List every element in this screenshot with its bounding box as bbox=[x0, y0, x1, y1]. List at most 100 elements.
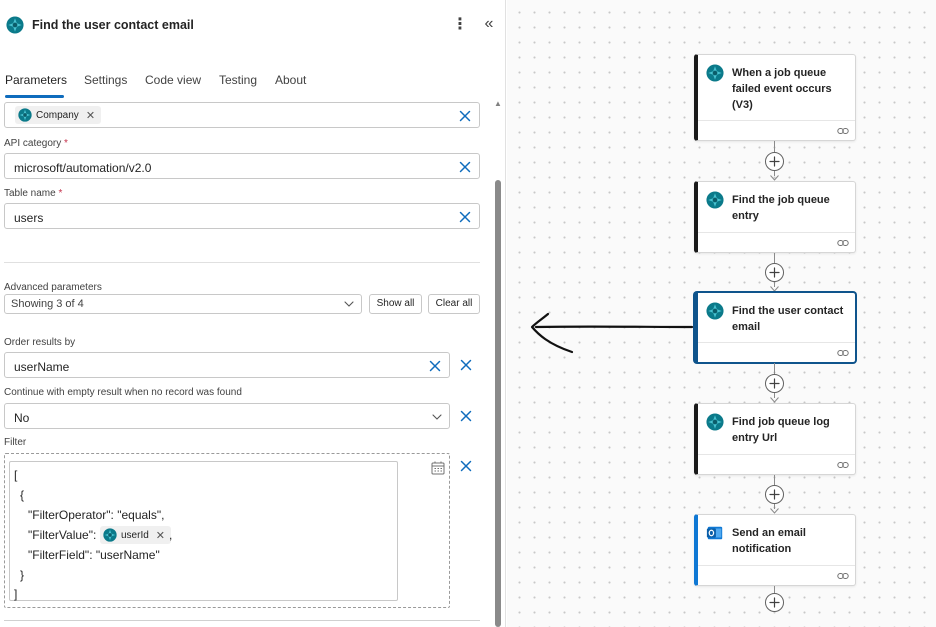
collapse-panel-icon[interactable]: « bbox=[480, 14, 498, 36]
card-divider bbox=[698, 342, 855, 343]
panel-title[interactable]: Find the user contact email bbox=[32, 18, 194, 32]
continue-empty-value: No bbox=[14, 411, 30, 425]
card-divider bbox=[698, 454, 855, 455]
add-step-button[interactable] bbox=[765, 152, 784, 171]
scroll-up-arrow-icon[interactable]: ▲ bbox=[494, 99, 502, 109]
tab-code-view[interactable]: Code view bbox=[145, 73, 201, 87]
userid-token[interactable]: userId ✕ bbox=[100, 526, 172, 544]
card-divider bbox=[698, 232, 855, 233]
continue-empty-label: Continue with empty result when no recor… bbox=[4, 387, 242, 398]
flow-step-title: When a job queue failed event occurs (V3… bbox=[732, 67, 832, 111]
flow-connector bbox=[774, 586, 775, 593]
table-name-field[interactable]: users bbox=[4, 203, 480, 229]
remove-continue-empty-parameter-icon[interactable] bbox=[458, 408, 474, 424]
more-options-icon[interactable]: ⋮ bbox=[452, 14, 468, 36]
flow-step-title: Send an email notification bbox=[732, 527, 806, 555]
remove-order-by-parameter-icon[interactable] bbox=[458, 357, 474, 373]
business-central-icon bbox=[706, 413, 724, 431]
card-divider bbox=[698, 565, 855, 566]
api-category-field[interactable]: microsoft/automation/v2.0 bbox=[4, 153, 480, 179]
code-line: "FilterValue": bbox=[28, 528, 97, 542]
plus-icon bbox=[769, 267, 780, 278]
add-step-button[interactable] bbox=[765, 485, 784, 504]
userid-token-label: userId bbox=[121, 529, 149, 541]
clear-company-icon[interactable] bbox=[457, 108, 473, 124]
code-line: "FilterOperator": "equals", bbox=[28, 508, 165, 522]
link-icon bbox=[837, 348, 849, 358]
company-field[interactable]: Company ✕ bbox=[4, 102, 480, 128]
annotation-arrow bbox=[530, 312, 694, 354]
flow-step-card-selected[interactable]: Find the user contact email bbox=[694, 292, 856, 363]
flow-step-title: Find the user contact email bbox=[732, 305, 844, 333]
section-divider bbox=[4, 262, 480, 263]
code-line: "FilterField": "userName" bbox=[28, 548, 160, 562]
clear-table-name-icon[interactable] bbox=[457, 209, 473, 225]
tab-about[interactable]: About bbox=[275, 73, 306, 87]
table-name-value: users bbox=[14, 211, 44, 225]
code-line: [ bbox=[14, 468, 18, 482]
api-category-value: microsoft/automation/v2.0 bbox=[14, 161, 152, 175]
add-step-button[interactable] bbox=[765, 263, 784, 282]
remove-token-icon[interactable]: ✕ bbox=[86, 109, 95, 122]
flow-step-card[interactable]: When a job queue failed event occurs (V3… bbox=[694, 54, 856, 141]
card-divider bbox=[698, 120, 855, 121]
add-step-button[interactable] bbox=[765, 374, 784, 393]
active-tab-indicator bbox=[5, 95, 64, 98]
scrollbar-thumb[interactable] bbox=[495, 180, 501, 627]
business-central-icon bbox=[18, 108, 32, 122]
clear-api-category-icon[interactable] bbox=[457, 159, 473, 175]
chevron-down-icon bbox=[430, 410, 444, 424]
panel-tabs: Parameters Settings Code view Testing Ab… bbox=[0, 70, 505, 98]
tab-testing[interactable]: Testing bbox=[219, 73, 257, 87]
outlook-icon bbox=[706, 524, 724, 542]
api-category-label: API category * bbox=[4, 138, 68, 149]
advanced-parameters-label: Advanced parameters bbox=[4, 282, 102, 293]
code-line: { bbox=[20, 488, 25, 502]
flow-connector bbox=[774, 141, 775, 152]
business-central-icon bbox=[706, 64, 724, 82]
tab-parameters[interactable]: Parameters bbox=[5, 73, 67, 87]
code-line: ] bbox=[14, 587, 18, 601]
order-by-value: userName bbox=[14, 360, 70, 374]
section-divider bbox=[4, 620, 480, 621]
business-central-icon bbox=[103, 528, 117, 542]
table-name-label: Table name * bbox=[4, 188, 63, 199]
link-icon bbox=[837, 460, 849, 470]
company-token[interactable]: Company ✕ bbox=[15, 106, 102, 124]
panel-header: Find the user contact email ⋮ « bbox=[0, 0, 505, 52]
business-central-icon bbox=[6, 16, 24, 34]
flow-connector bbox=[774, 363, 775, 374]
plus-icon bbox=[769, 489, 780, 500]
filter-editor[interactable]: [ { "FilterOperator": "equals", "FilterV… bbox=[9, 461, 398, 601]
flow-step-card[interactable]: Find job queue log entry Url bbox=[694, 403, 856, 475]
remove-filter-parameter-icon[interactable] bbox=[458, 458, 474, 474]
flow-step-title: Find the job queue entry bbox=[732, 194, 830, 222]
remove-token-icon[interactable]: ✕ bbox=[156, 529, 165, 542]
add-step-button[interactable] bbox=[765, 593, 784, 612]
flow-step-card[interactable]: Find the job queue entry bbox=[694, 181, 856, 253]
flow-step-title: Find job queue log entry Url bbox=[732, 416, 830, 444]
continue-empty-dropdown[interactable]: No bbox=[4, 403, 450, 429]
filter-label: Filter bbox=[4, 437, 27, 448]
order-by-label: Order results by bbox=[4, 337, 76, 348]
chevron-down-icon bbox=[342, 297, 356, 311]
plus-icon bbox=[769, 156, 780, 167]
advanced-parameters-value: Showing 3 of 4 bbox=[11, 298, 84, 310]
order-by-field[interactable]: userName bbox=[4, 352, 450, 378]
business-central-icon bbox=[706, 191, 724, 209]
tab-settings[interactable]: Settings bbox=[84, 73, 127, 87]
flow-step-card[interactable]: Send an email notification bbox=[694, 514, 856, 586]
show-all-button[interactable]: Show all bbox=[369, 294, 422, 314]
insert-dynamic-content-icon[interactable] bbox=[430, 460, 446, 476]
filter-editor-container: [ { "FilterOperator": "equals", "FilterV… bbox=[4, 453, 450, 608]
clear-all-button[interactable]: Clear all bbox=[428, 294, 480, 314]
company-token-label: Company bbox=[36, 109, 79, 121]
advanced-parameters-dropdown[interactable]: Showing 3 of 4 bbox=[4, 294, 362, 314]
code-line: , bbox=[169, 528, 173, 542]
link-icon bbox=[837, 126, 849, 136]
plus-icon bbox=[769, 378, 780, 389]
clear-order-by-icon[interactable] bbox=[427, 358, 443, 374]
flow-connector bbox=[774, 475, 775, 485]
flow-connector bbox=[774, 253, 775, 263]
link-icon bbox=[837, 571, 849, 581]
